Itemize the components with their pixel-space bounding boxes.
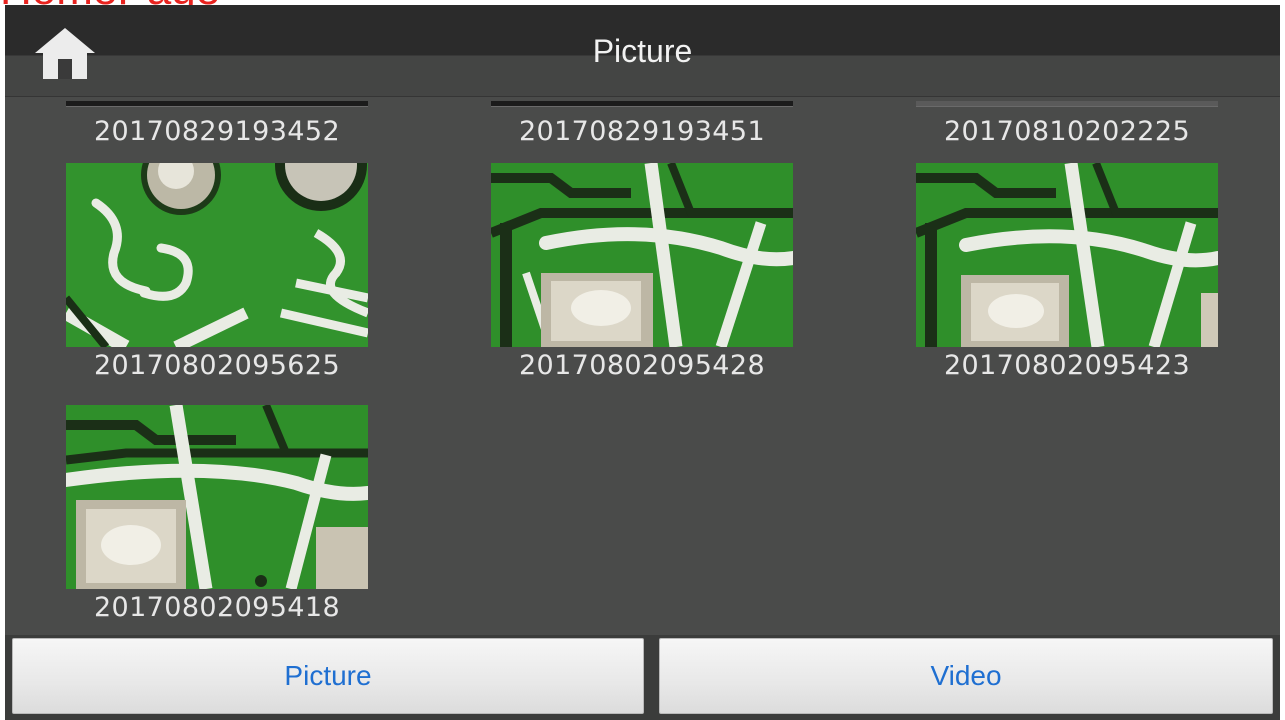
gallery-item[interactable]: 20170810202225 [916,101,1218,149]
gallery-item-label: 20170810202225 [943,116,1191,147]
gallery-item-label: 20170802095428 [518,350,766,381]
gallery-item[interactable]: 20170829193452 [66,101,368,149]
thumbnail-image [66,405,368,589]
app-window: Picture 20170829193452 20170829193451 20… [5,5,1280,720]
thumbnail-image [66,163,368,347]
title-bar: Picture [5,5,1280,97]
gallery-item-label: 20170829193451 [518,116,766,147]
video-tab-button[interactable]: Video [659,638,1273,714]
picture-grid: 20170829193452 20170829193451 2017081020… [5,97,1280,635]
gallery-item[interactable]: 20170802095625 [66,163,368,383]
gallery-item[interactable]: 20170802095423 [916,163,1218,383]
gallery-item-label: 20170829193452 [93,116,341,147]
gallery-item-label: 20170802095418 [93,592,341,623]
page-title: Picture [592,33,693,69]
thumbnail-edge [916,101,1218,107]
bottom-tab-bar: Picture Video [5,635,1280,720]
gallery-item[interactable]: 20170802095418 [66,405,368,625]
thumbnail-edge [491,101,793,107]
gallery-item-label: 20170802095423 [943,350,1191,381]
gallery-item-label: 20170802095625 [93,350,341,381]
gallery-item[interactable]: 20170829193451 [491,101,793,149]
gallery-item[interactable]: 20170802095428 [491,163,793,383]
thumbnail-edge [66,101,368,107]
thumbnail-image [916,163,1218,347]
thumbnail-image [491,163,793,347]
picture-tab-button[interactable]: Picture [12,638,644,714]
